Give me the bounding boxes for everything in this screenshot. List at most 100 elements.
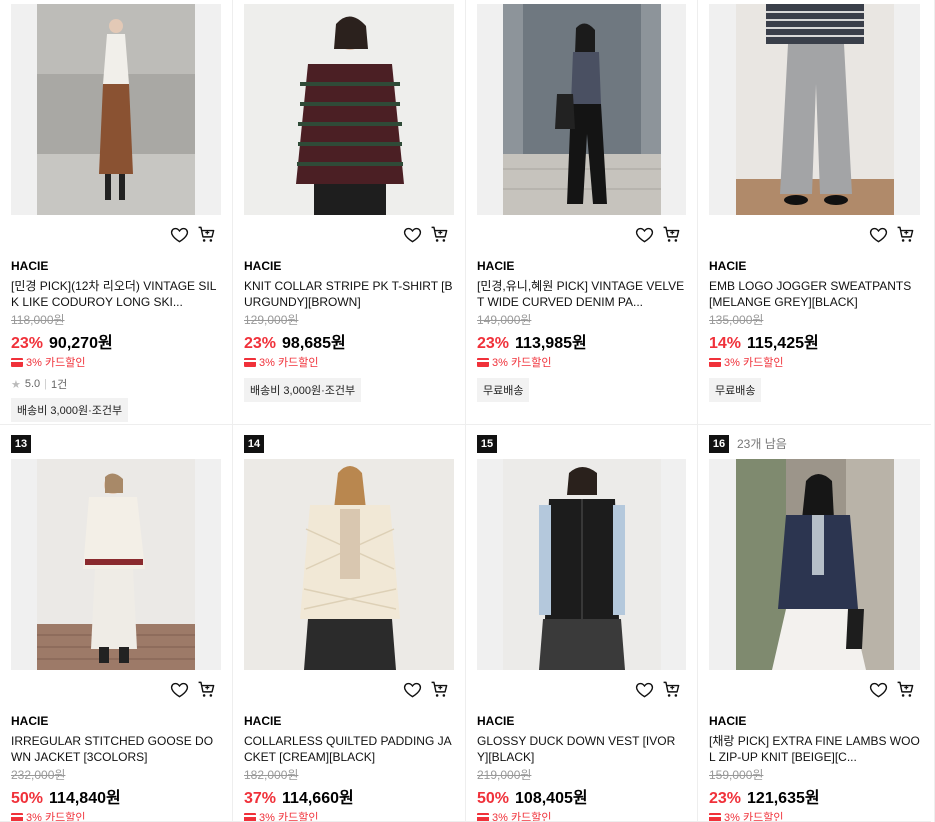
heart-icon[interactable] — [403, 680, 422, 699]
stock-remaining: 23개 남음 — [737, 437, 787, 451]
product-image[interactable] — [11, 4, 221, 215]
card-discount-label: 3% 카드할인 — [724, 357, 784, 369]
card-discount: 3% 카드할인 — [709, 354, 920, 370]
rating: ★ 5.0 | 1건 — [11, 376, 221, 392]
product-image[interactable] — [709, 459, 920, 670]
product-title[interactable]: [민경,유니,혜원 PICK] VINTAGE VELVET WIDE CURV… — [477, 278, 686, 310]
product-card[interactable]: HACIE [민경,유니,혜원 PICK] VINTAGE VELVET WID… — [466, 0, 698, 425]
product-photo — [37, 4, 195, 215]
heart-icon[interactable] — [635, 225, 654, 244]
brand-name[interactable]: HACIE — [709, 259, 920, 273]
sale-price: 90,270원 — [49, 335, 113, 352]
card-actions — [709, 215, 920, 253]
product-title[interactable]: IRREGULAR STITCHED GOOSE DOWN JACKET [3C… — [11, 733, 221, 765]
cart-icon[interactable] — [197, 225, 216, 244]
cart-icon[interactable] — [896, 225, 915, 244]
product-title[interactable]: EMB LOGO JOGGER SWEATPANTS [MELANGE GREY… — [709, 278, 920, 310]
rank-badge: 14 — [244, 434, 264, 453]
price-row: 37% 114,660원 — [244, 784, 454, 808]
heart-icon[interactable] — [869, 680, 888, 699]
product-title[interactable]: [민경 PICK](12차 리오더) VINTAGE SILK LIKE COD… — [11, 278, 221, 310]
product-image[interactable] — [244, 4, 454, 215]
product-title[interactable]: COLLARLESS QUILTED PADDING JACKET [CREAM… — [244, 733, 454, 765]
discount-rate: 50% — [11, 790, 44, 807]
discount-rate: 23% — [477, 335, 510, 352]
credit-card-icon — [709, 812, 721, 821]
heart-icon[interactable] — [403, 225, 422, 244]
heart-icon[interactable] — [170, 680, 189, 699]
card-actions — [477, 670, 686, 708]
product-photo — [735, 4, 894, 215]
shipping-badge: 배송비 3,000원·조건부 — [244, 378, 362, 402]
price-row: 23% 90,270원 — [11, 329, 221, 353]
product-card[interactable]: 13 HACIE IRREGULAR STITCHED GOOSE DOWN J… — [0, 425, 233, 822]
price-row: 23% 121,635원 — [709, 784, 920, 808]
product-photo — [502, 4, 661, 215]
card-discount: 3% 카드할인 — [477, 354, 686, 370]
sale-price: 108,405원 — [515, 790, 588, 807]
product-photo — [244, 459, 454, 670]
product-card[interactable]: 16 23개 남음 HACIE [채랑 PICK] EXTRA FINE LAM… — [698, 425, 931, 822]
product-photo — [502, 459, 661, 670]
product-image[interactable] — [477, 459, 686, 670]
cart-icon[interactable] — [662, 225, 681, 244]
shipping-badge: 무료배송 — [709, 378, 762, 402]
cart-icon[interactable] — [197, 680, 216, 699]
credit-card-icon — [11, 357, 23, 367]
card-actions — [709, 670, 920, 708]
discount-rate: 23% — [11, 335, 44, 352]
brand-name[interactable]: HACIE — [244, 714, 454, 728]
rank-badge: 15 — [477, 434, 497, 453]
product-card[interactable]: 14 HACIE COLLARLESS QUILTED PADDING JACK… — [233, 425, 466, 822]
product-title[interactable]: GLOSSY DUCK DOWN VEST [IVORY][BLACK] — [477, 733, 686, 765]
brand-name[interactable]: HACIE — [11, 259, 221, 273]
product-photo — [244, 4, 454, 215]
cart-icon[interactable] — [430, 680, 449, 699]
brand-name[interactable]: HACIE — [709, 714, 920, 728]
divider: | — [44, 378, 48, 390]
product-image[interactable] — [244, 459, 454, 670]
sale-price: 113,985원 — [515, 335, 587, 352]
product-card[interactable]: HACIE KNIT COLLAR STRIPE PK T-SHIRT [BUR… — [233, 0, 466, 425]
brand-name[interactable]: HACIE — [477, 259, 686, 273]
rank-row: 16 23개 남음 — [709, 425, 920, 453]
card-discount: 3% 카드할인 — [244, 354, 454, 370]
discount-rate: 23% — [709, 790, 742, 807]
product-photo — [735, 459, 894, 670]
card-discount-label: 3% 카드할인 — [492, 357, 552, 369]
product-image[interactable] — [709, 4, 920, 215]
discount-rate: 50% — [477, 790, 510, 807]
original-price: 118,000원 — [11, 313, 65, 327]
cart-icon[interactable] — [430, 225, 449, 244]
credit-card-icon — [709, 357, 721, 367]
discount-rate: 37% — [244, 790, 277, 807]
product-card[interactable]: HACIE EMB LOGO JOGGER SWEATPANTS [MELANG… — [698, 0, 931, 425]
product-image[interactable] — [11, 459, 221, 670]
heart-icon[interactable] — [170, 225, 189, 244]
sale-price: 115,425원 — [747, 335, 819, 352]
card-discount: 3% 카드할인 — [709, 809, 920, 821]
cart-icon[interactable] — [896, 680, 915, 699]
product-title[interactable]: KNIT COLLAR STRIPE PK T-SHIRT [BURGUNDY]… — [244, 278, 454, 310]
review-count: 1건 — [51, 379, 68, 391]
cart-icon[interactable] — [662, 680, 681, 699]
brand-name[interactable]: HACIE — [477, 714, 686, 728]
heart-icon[interactable] — [635, 680, 654, 699]
product-card[interactable]: 15 HACIE GLOSSY DUCK DOWN VEST [IVORY][B… — [466, 425, 698, 822]
original-price: 135,000원 — [709, 313, 764, 327]
product-image[interactable] — [477, 4, 686, 215]
product-card[interactable]: HACIE [민경 PICK](12차 리오더) VINTAGE SILK LI… — [0, 0, 233, 425]
card-actions — [244, 670, 454, 708]
card-discount-label: 3% 카드할인 — [492, 812, 552, 822]
original-price: 232,000원 — [11, 768, 66, 782]
card-actions — [11, 215, 221, 253]
rank-row: 14 — [244, 425, 454, 453]
shipping-badge: 배송비 3,000원·조건부 — [11, 398, 129, 422]
credit-card-icon — [11, 812, 23, 821]
brand-name[interactable]: HACIE — [244, 259, 454, 273]
product-title[interactable]: [채랑 PICK] EXTRA FINE LAMBS WOOL ZIP-UP K… — [709, 733, 920, 765]
brand-name[interactable]: HACIE — [11, 714, 221, 728]
heart-icon[interactable] — [869, 225, 888, 244]
original-price: 159,000원 — [709, 768, 764, 782]
credit-card-icon — [477, 357, 489, 367]
